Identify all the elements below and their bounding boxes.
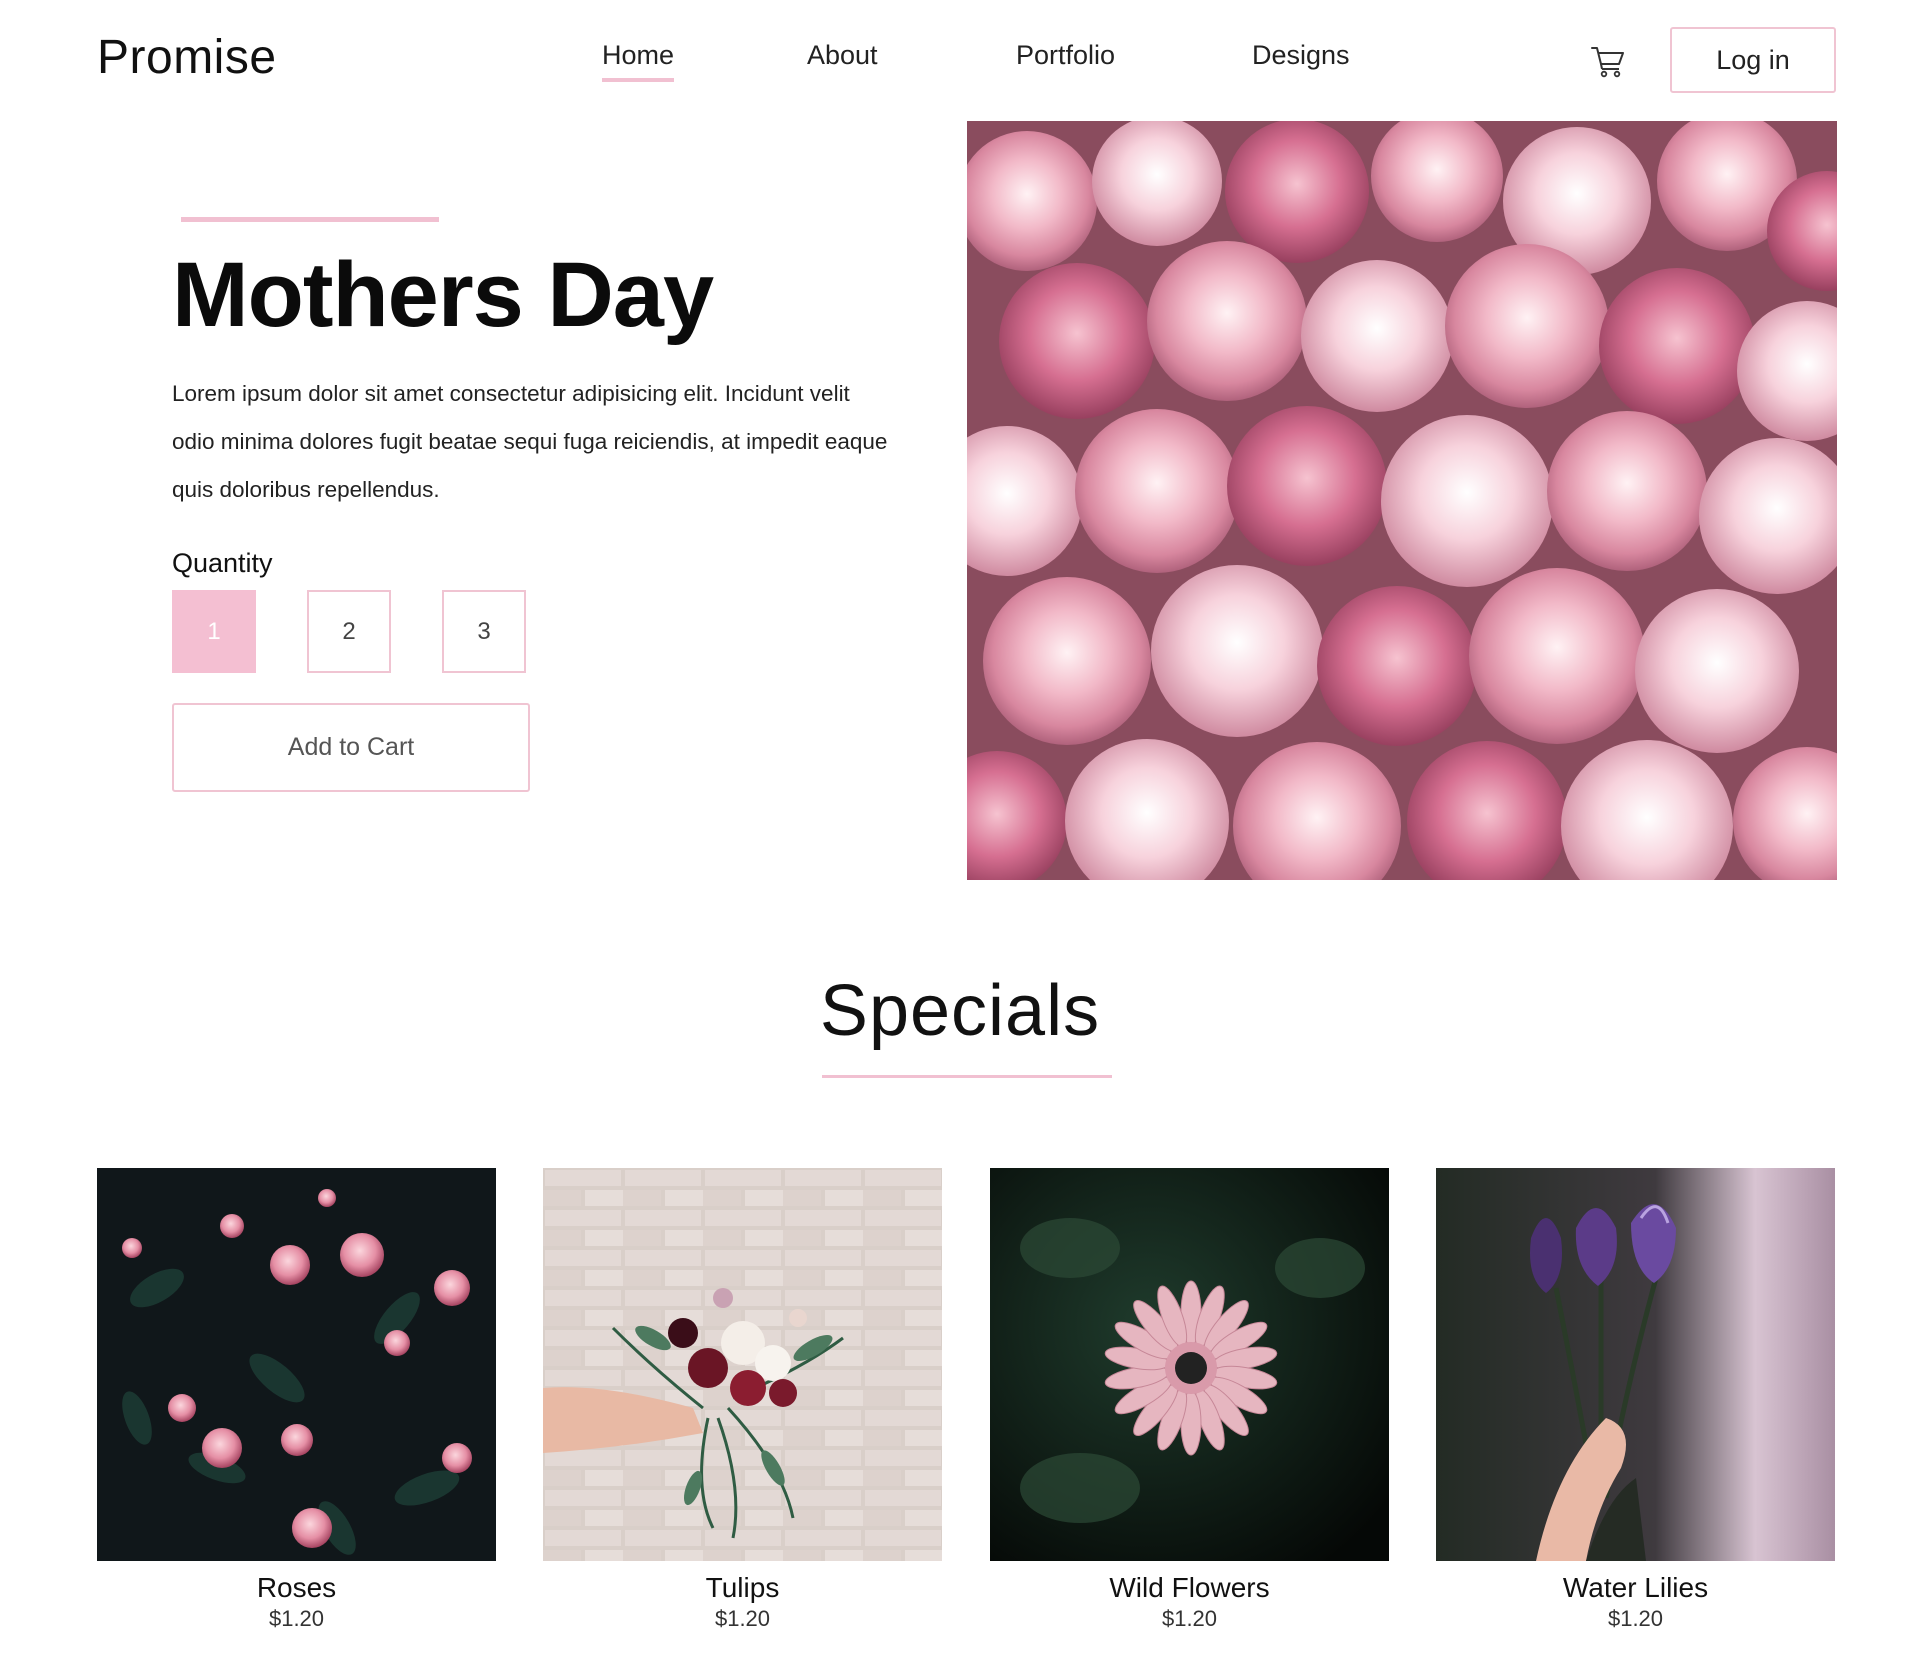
nav-item-portfolio[interactable]: Portfolio xyxy=(1016,40,1115,71)
tulips-image[interactable] xyxy=(543,1168,942,1561)
hero-flower-image xyxy=(967,121,1837,880)
product-price: $1.20 xyxy=(1607,1606,1664,1631)
nav-item-home[interactable]: Home xyxy=(602,40,675,82)
specials-underline xyxy=(822,1075,1112,1078)
hero-accent-line xyxy=(181,217,439,222)
product-price: $1.20 xyxy=(1161,1606,1218,1631)
nav-item-about[interactable]: About xyxy=(807,40,878,71)
product-name[interactable]: Roses xyxy=(97,1571,496,1605)
wild-flowers-image[interactable] xyxy=(990,1168,1389,1561)
shopping-cart-icon[interactable] xyxy=(1590,44,1626,78)
quantity-option-2[interactable]: 2 xyxy=(307,590,391,673)
product-name[interactable]: Water Lilies xyxy=(1436,1571,1835,1605)
login-button[interactable]: Log in xyxy=(1670,27,1836,93)
add-to-cart-button[interactable]: Add to Cart xyxy=(172,703,530,792)
page: Promise Home About Portfolio Designs Log… xyxy=(0,0,1920,1657)
quantity-label: Quantity xyxy=(172,548,273,578)
site-logo[interactable]: Promise xyxy=(97,30,277,85)
specials-title: Specials xyxy=(819,971,1101,1051)
product-price: $1.20 xyxy=(714,1606,771,1631)
quantity-option-1[interactable]: 1 xyxy=(172,590,256,673)
product-name[interactable]: Wild Flowers xyxy=(990,1571,1389,1605)
product-card-water-lilies[interactable]: Water Lilies $1.20 xyxy=(1436,1168,1835,1633)
product-card-tulips[interactable]: Tulips $1.20 xyxy=(543,1168,942,1633)
product-card-roses[interactable]: Roses $1.20 xyxy=(97,1168,496,1633)
quantity-option-3[interactable]: 3 xyxy=(442,590,526,673)
nav-item-designs[interactable]: Designs xyxy=(1252,40,1350,71)
product-name[interactable]: Tulips xyxy=(543,1571,942,1605)
hero-description: Lorem ipsum dolor sit amet consectetur a… xyxy=(172,381,888,502)
water-lilies-image[interactable] xyxy=(1436,1168,1835,1561)
product-card-wild-flowers[interactable]: Wild Flowers $1.20 xyxy=(990,1168,1389,1633)
roses-image[interactable] xyxy=(97,1168,496,1561)
hero-title: Mothers Day xyxy=(172,244,714,346)
product-price: $1.20 xyxy=(268,1606,325,1631)
